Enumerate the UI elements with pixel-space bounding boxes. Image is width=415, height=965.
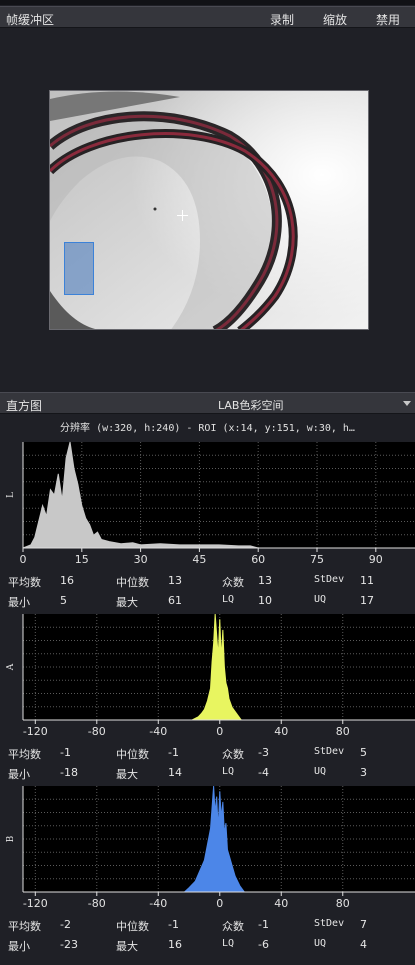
stat-value-stdev: 7 [360, 918, 367, 931]
x-tick-label: -40 [149, 897, 167, 910]
stat-label-mode: 众数 [222, 576, 244, 589]
stat-label-max: 最大 [116, 768, 138, 781]
axis-letter-a: A [6, 663, 16, 671]
stat-label-mode: 众数 [222, 920, 244, 933]
x-tick-label: 0 [216, 725, 223, 738]
x-tick-label: -80 [88, 725, 106, 738]
stat-label-median: 中位数 [116, 920, 149, 933]
stat-value-stdev: 11 [360, 574, 374, 587]
stat-value-uq: 3 [360, 766, 367, 779]
x-tick-label: 80 [336, 725, 350, 738]
x-tick-label: 45 [192, 553, 206, 566]
stat-value-lq: -6 [258, 938, 269, 951]
stat-label-mean: 平均数 [8, 920, 41, 933]
stat-value-mean: -1 [60, 746, 71, 759]
stat-label-stdev: StDev [314, 918, 345, 929]
stat-label-mean: 平均数 [8, 576, 41, 589]
axis-letter-l: L [6, 492, 16, 498]
histogram-header: 直方图 LAB色彩空间 [0, 392, 415, 414]
histogram-b-chart: -120 -80 -40 0 40 80 B [6, 785, 415, 910]
stat-label-lq: LQ [222, 938, 235, 949]
x-tick-label: 40 [274, 725, 288, 738]
stat-value-median: -1 [168, 746, 179, 759]
x-tick-label: -40 [149, 725, 167, 738]
stat-value-max: 61 [168, 594, 182, 607]
chevron-down-icon[interactable] [403, 401, 411, 406]
stat-value-max: 14 [168, 766, 182, 779]
x-tick-label: 60 [251, 553, 265, 566]
x-tick-label: 90 [369, 553, 383, 566]
color-space-select[interactable]: LAB色彩空间 [218, 397, 283, 413]
stat-label-min: 最小 [8, 940, 30, 953]
stat-label-lq: LQ [222, 594, 235, 605]
x-tick-label: 0 [216, 897, 223, 910]
histogram-title: 直方图 [6, 399, 43, 413]
stat-value-min: 5 [60, 594, 67, 607]
stat-label-min: 最小 [8, 768, 30, 781]
x-tick-label: -80 [88, 897, 106, 910]
histogram-l-chart: 0 15 30 45 60 75 90 L [6, 441, 415, 566]
stat-value-median: -1 [168, 918, 179, 931]
disable-button[interactable]: 禁用 [376, 11, 400, 28]
stat-label-lq: LQ [222, 766, 235, 777]
resolution-roi-label: 分辨率 (w:320, h:240) - ROI (x:14, y:151, w… [60, 423, 355, 434]
stat-value-mean: -2 [60, 918, 71, 931]
histogram-a-chart: -120 -80 -40 0 40 80 A [6, 613, 415, 738]
stat-value-mode: 13 [258, 574, 272, 587]
stat-value-uq: 4 [360, 938, 367, 951]
stat-label-min: 最小 [8, 596, 30, 609]
stat-label-uq: UQ [314, 594, 327, 605]
stat-value-min: -23 [60, 938, 78, 951]
crosshair-cursor [177, 210, 188, 221]
stat-label-stdev: StDev [314, 746, 345, 757]
stat-label-mean: 平均数 [8, 748, 41, 761]
stat-label-max: 最大 [116, 940, 138, 953]
x-tick-label: 15 [75, 553, 89, 566]
stat-value-mode: -3 [258, 746, 269, 759]
stat-label-uq: UQ [314, 766, 327, 777]
stat-value-mean: 16 [60, 574, 74, 587]
stat-value-median: 13 [168, 574, 182, 587]
stat-label-median: 中位数 [116, 748, 149, 761]
camera-image [50, 91, 368, 329]
stat-label-mode: 众数 [222, 748, 244, 761]
x-tick-label: -120 [23, 897, 48, 910]
stat-value-min: -18 [60, 766, 78, 779]
axis-letter-b: B [6, 835, 16, 842]
top-edge [0, 0, 415, 5]
stat-label-uq: UQ [314, 938, 327, 949]
x-tick-label: -120 [23, 725, 48, 738]
stat-value-mode: -1 [258, 918, 269, 931]
framebuffer-header: 帧缓冲区 录制 缩放 禁用 [0, 6, 415, 28]
stat-value-lq: -4 [258, 766, 269, 779]
roi-rectangle[interactable] [64, 242, 94, 295]
x-tick-label: 75 [310, 553, 324, 566]
x-tick-label: 40 [274, 897, 288, 910]
stat-value-stdev: 5 [360, 746, 367, 759]
framebuffer-title: 帧缓冲区 [6, 13, 55, 27]
stat-value-max: 16 [168, 938, 182, 951]
x-tick-label: 80 [336, 897, 350, 910]
stat-label-stdev: StDev [314, 574, 345, 585]
record-button[interactable]: 录制 [270, 11, 294, 28]
camera-frame[interactable] [49, 90, 369, 330]
stat-value-lq: 10 [258, 594, 272, 607]
zoom-button[interactable]: 缩放 [323, 11, 347, 28]
x-tick-label: 30 [134, 553, 148, 566]
stat-label-median: 中位数 [116, 576, 149, 589]
x-tick-label: 0 [20, 553, 27, 566]
stat-label-max: 最大 [116, 596, 138, 609]
stat-value-uq: 17 [360, 594, 374, 607]
